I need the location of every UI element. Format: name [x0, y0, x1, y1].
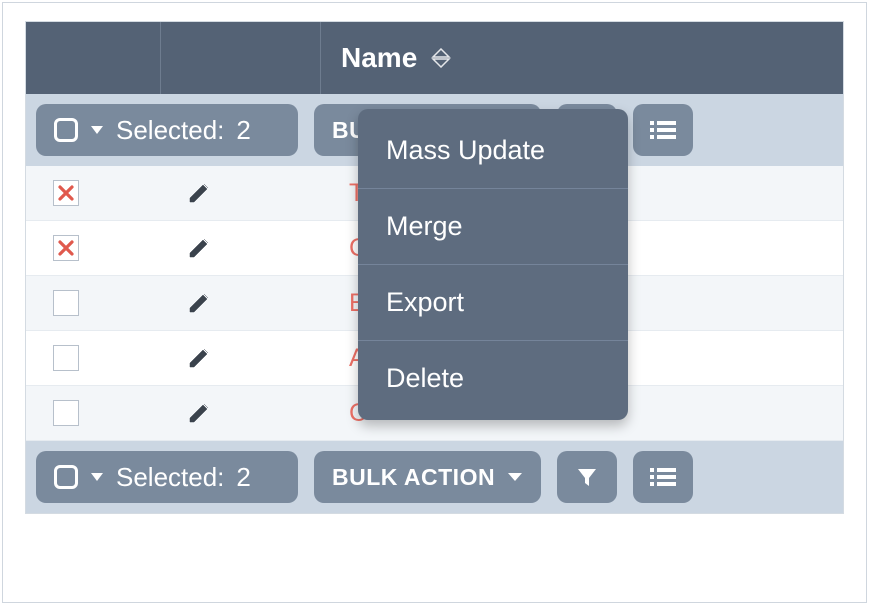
selected-label: Selected:	[116, 115, 224, 146]
edit-button[interactable]	[186, 235, 212, 261]
selected-count: 2	[236, 462, 250, 493]
pencil-icon	[186, 180, 212, 206]
caret-down-icon	[507, 472, 523, 482]
row-edit-cell	[106, 235, 321, 261]
header-col-checkbox	[26, 22, 161, 94]
list-view-button[interactable]	[633, 451, 693, 503]
select-all-checkbox[interactable]	[54, 118, 78, 142]
x-icon	[57, 239, 75, 257]
dropdown-item[interactable]: Merge	[358, 188, 628, 264]
list-icon	[650, 467, 676, 487]
row-checkbox-cell	[26, 180, 106, 206]
column-label-name: Name	[341, 42, 417, 74]
selected-count: 2	[236, 115, 250, 146]
pencil-icon	[186, 400, 212, 426]
caret-down-icon	[90, 125, 104, 135]
toolbar-bottom: Selected: 2 BULK ACTION	[26, 441, 843, 513]
row-checkbox[interactable]	[53, 235, 79, 261]
row-checkbox[interactable]	[53, 180, 79, 206]
bulk-action-button[interactable]: BULK ACTION	[314, 451, 541, 503]
header-col-name[interactable]: Name	[321, 22, 843, 94]
bulk-action-dropdown: Mass UpdateMergeExportDelete	[358, 109, 628, 420]
row-edit-cell	[106, 345, 321, 371]
dropdown-item[interactable]: Delete	[358, 340, 628, 420]
sort-icon[interactable]	[431, 48, 451, 68]
list-view-button[interactable]	[633, 104, 693, 156]
filter-icon	[575, 465, 599, 489]
edit-button[interactable]	[186, 345, 212, 371]
pencil-icon	[186, 235, 212, 261]
caret-down-icon	[90, 472, 104, 482]
row-checkbox[interactable]	[53, 290, 79, 316]
x-icon	[57, 184, 75, 202]
bulk-action-label: BULK ACTION	[332, 464, 495, 491]
dropdown-item[interactable]: Mass Update	[358, 109, 628, 188]
table-header: Name	[26, 22, 843, 94]
selected-label: Selected:	[116, 462, 224, 493]
row-edit-cell	[106, 180, 321, 206]
row-checkbox[interactable]	[53, 400, 79, 426]
list-icon	[650, 120, 676, 140]
dropdown-item[interactable]: Export	[358, 264, 628, 340]
filter-button[interactable]	[557, 451, 617, 503]
select-all-checkbox[interactable]	[54, 465, 78, 489]
row-checkbox-cell	[26, 345, 106, 371]
row-checkbox-cell	[26, 400, 106, 426]
row-checkbox-cell	[26, 235, 106, 261]
row-edit-cell	[106, 290, 321, 316]
edit-button[interactable]	[186, 180, 212, 206]
pencil-icon	[186, 345, 212, 371]
selected-pill[interactable]: Selected: 2	[36, 104, 298, 156]
row-checkbox-cell	[26, 290, 106, 316]
edit-button[interactable]	[186, 400, 212, 426]
pencil-icon	[186, 290, 212, 316]
row-edit-cell	[106, 400, 321, 426]
header-col-edit	[161, 22, 321, 94]
row-checkbox[interactable]	[53, 345, 79, 371]
selected-pill[interactable]: Selected: 2	[36, 451, 298, 503]
edit-button[interactable]	[186, 290, 212, 316]
